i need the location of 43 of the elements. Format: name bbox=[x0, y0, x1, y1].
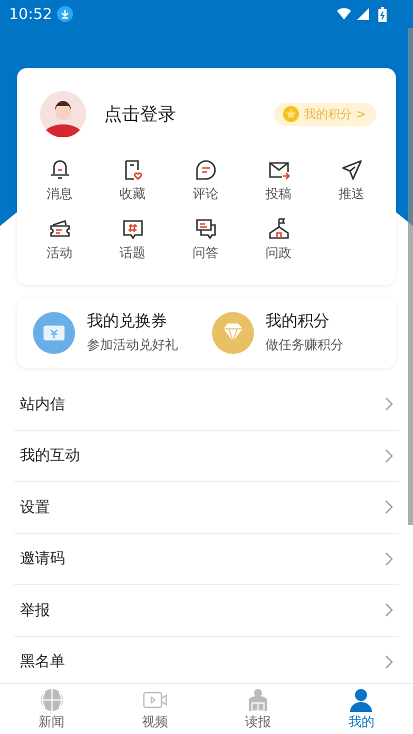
shortcut-item[interactable]: 问答 bbox=[169, 217, 242, 262]
shortcut-item[interactable]: 消息 bbox=[23, 158, 96, 203]
nav-tab[interactable]: 读报 bbox=[206, 684, 310, 734]
shortcut-item[interactable]: 活动 bbox=[23, 217, 96, 262]
signal-icon bbox=[356, 8, 370, 20]
avatar-icon[interactable] bbox=[40, 91, 86, 137]
reward-subtitle: 参加活动兑好礼 bbox=[87, 337, 178, 354]
coupon-icon[interactable] bbox=[33, 312, 75, 354]
comment-icon bbox=[194, 158, 218, 182]
hashtag-icon bbox=[120, 217, 144, 241]
chevron-right-icon bbox=[385, 654, 393, 669]
wifi-icon bbox=[337, 8, 351, 20]
nav-tab[interactable]: 我的 bbox=[310, 684, 413, 734]
menu-item[interactable]: 站内信 bbox=[14, 379, 399, 430]
status-time: 10:52 bbox=[9, 5, 52, 23]
chevron-right-icon bbox=[385, 500, 393, 514]
download-icon bbox=[57, 6, 74, 22]
person-icon bbox=[348, 688, 374, 712]
shortcut-item[interactable]: 收藏 bbox=[96, 158, 169, 203]
building-flag-icon bbox=[266, 217, 290, 241]
shortcut-item[interactable]: 话题 bbox=[96, 217, 169, 262]
shortcut-item[interactable]: 评论 bbox=[169, 158, 242, 203]
login-link[interactable]: 点击登录 bbox=[104, 102, 176, 126]
chat-icon bbox=[194, 217, 218, 241]
shortcut-item[interactable]: 推送 bbox=[315, 158, 388, 203]
menu-item[interactable]: 设置 bbox=[14, 482, 399, 534]
send-icon bbox=[340, 158, 364, 182]
chevron-right-icon bbox=[385, 552, 393, 566]
chevron-right-icon bbox=[385, 448, 393, 463]
reward-title[interactable]: 我的积分 bbox=[266, 311, 344, 332]
nav-tab[interactable]: 视频 bbox=[103, 684, 206, 734]
coin-icon bbox=[283, 106, 300, 122]
menu-item[interactable]: 举报 bbox=[14, 585, 399, 636]
shortcut-item[interactable]: 投稿 bbox=[242, 158, 315, 203]
menu-item[interactable]: 邀请码 bbox=[14, 534, 399, 585]
menu-item[interactable]: 我的互动 bbox=[14, 430, 399, 482]
chevron-right-icon bbox=[385, 603, 393, 618]
globe-icon bbox=[38, 688, 65, 712]
reward-title[interactable]: 我的兑换券 bbox=[87, 311, 178, 332]
reward-subtitle: 做任务赚积分 bbox=[266, 337, 344, 354]
nav-tab[interactable]: 新闻 bbox=[0, 684, 104, 734]
shortcut-item[interactable]: 问政 bbox=[242, 217, 315, 262]
chevron-right-icon bbox=[385, 397, 393, 412]
